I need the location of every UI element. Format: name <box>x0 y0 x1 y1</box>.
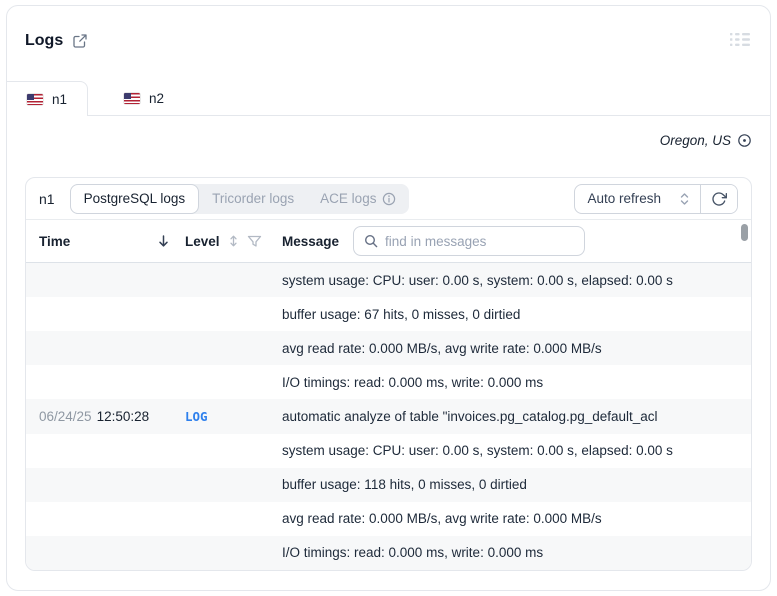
scrollbar-thumb[interactable] <box>741 224 748 241</box>
row-time-cell <box>39 477 185 492</box>
row-message: automatic analyze of table "invoices.pg_… <box>282 408 658 424</box>
column-header-message: Message <box>282 226 738 256</box>
log-row[interactable]: avg read rate: 0.000 MB/s, avg write rat… <box>26 331 751 366</box>
logs-card: Logs n1 n2 Oregon, US n1 PostgreSQL logs… <box>6 5 771 591</box>
tab-label: n1 <box>52 91 68 107</box>
column-label-time: Time <box>39 233 71 249</box>
refresh-button[interactable] <box>701 184 737 213</box>
table-header: Time Level Message find in messages <box>26 220 751 263</box>
log-row[interactable]: system usage: CPU: user: 0.00 s, system:… <box>26 263 751 298</box>
source-tab-label: Tricorder logs <box>212 191 295 206</box>
row-time-cell <box>39 375 185 390</box>
logs-panel: n1 PostgreSQL logs Tricorder logs ACE lo… <box>25 177 752 571</box>
refresh-control: Auto refresh <box>574 183 738 214</box>
location-icon <box>737 133 752 148</box>
log-row[interactable]: buffer usage: 118 hits, 0 misses, 0 dirt… <box>26 467 751 502</box>
tab-n1[interactable]: n1 <box>6 81 89 116</box>
node-tabs: n1 n2 <box>6 81 770 116</box>
row-message: buffer usage: 67 hits, 0 misses, 0 dirti… <box>282 306 521 322</box>
row-time-cell <box>39 273 185 288</box>
info-icon <box>382 192 396 206</box>
row-message: avg read rate: 0.000 MB/s, avg write rat… <box>282 511 602 527</box>
row-message: I/O timings: read: 0.000 ms, write: 0.00… <box>282 545 544 561</box>
message-search[interactable] <box>353 226 586 256</box>
log-row[interactable]: I/O timings: read: 0.000 ms, write: 0.00… <box>26 535 751 570</box>
row-message: avg read rate: 0.000 MB/s, avg write rat… <box>282 340 602 356</box>
us-flag-icon <box>27 93 43 105</box>
log-source-tabs: PostgreSQL logs Tricorder logs ACE logs <box>69 183 410 214</box>
source-tab-ace[interactable]: ACE logs <box>307 184 409 214</box>
list-icon[interactable] <box>730 32 750 47</box>
search-icon <box>364 234 378 248</box>
row-message: system usage: CPU: user: 0.00 s, system:… <box>282 443 673 459</box>
sort-icon[interactable] <box>229 234 238 248</box>
table-body: system usage: CPU: user: 0.00 s, system:… <box>26 263 751 570</box>
row-message: buffer usage: 118 hits, 0 misses, 0 dirt… <box>282 477 527 493</box>
column-header-level[interactable]: Level <box>185 234 282 249</box>
region-label: Oregon, US <box>659 133 731 148</box>
row-time-cell: 06/24/25 12:50:28 <box>39 409 185 424</box>
search-input[interactable] <box>385 233 575 249</box>
external-link-icon[interactable] <box>72 33 88 49</box>
auto-refresh-label: Auto refresh <box>587 191 661 206</box>
filter-icon[interactable] <box>247 235 262 248</box>
log-row[interactable]: avg read rate: 0.000 MB/s, avg write rat… <box>26 502 751 536</box>
row-time-cell <box>39 307 185 322</box>
source-tab-tricorder[interactable]: Tricorder logs <box>199 184 307 214</box>
card-header: Logs <box>25 32 88 50</box>
auto-refresh-select[interactable]: Auto refresh <box>575 185 700 213</box>
source-tab-label: PostgreSQL logs <box>83 191 186 206</box>
sort-desc-icon[interactable] <box>158 234 169 248</box>
tab-n2[interactable]: n2 <box>104 81 184 115</box>
row-time-cell <box>39 545 185 560</box>
row-time-cell <box>39 511 185 526</box>
log-row[interactable]: system usage: CPU: user: 0.00 s, system:… <box>26 434 751 468</box>
source-tab-label: ACE logs <box>320 191 377 206</box>
row-date: 06/24/25 <box>39 408 92 424</box>
column-label-message: Message <box>282 233 340 249</box>
log-row[interactable]: buffer usage: 67 hits, 0 misses, 0 dirti… <box>26 297 751 331</box>
region-row: Oregon, US <box>660 133 752 148</box>
source-tab-postgresql[interactable]: PostgreSQL logs <box>69 183 200 214</box>
tab-label: n2 <box>149 90 165 106</box>
column-header-time[interactable]: Time <box>39 234 185 249</box>
chevron-up-down-icon <box>679 192 690 206</box>
log-row[interactable]: 06/24/25 12:50:28 LOG automatic analyze o… <box>26 399 751 434</box>
row-message: I/O timings: read: 0.000 ms, write: 0.00… <box>282 374 544 390</box>
log-row[interactable]: I/O timings: read: 0.000 ms, write: 0.00… <box>26 365 751 399</box>
row-time-cell <box>39 443 185 458</box>
row-level: LOG <box>185 408 208 424</box>
panel-header: n1 PostgreSQL logs Tricorder logs ACE lo… <box>26 178 751 220</box>
row-time-cell <box>39 341 185 356</box>
column-label-level: Level <box>185 233 220 249</box>
row-time: 12:50:28 <box>96 408 150 424</box>
us-flag-icon <box>124 92 141 104</box>
node-label: n1 <box>39 190 55 207</box>
page-title: Logs <box>25 32 64 49</box>
row-message: system usage: CPU: user: 0.00 s, system:… <box>282 272 673 288</box>
